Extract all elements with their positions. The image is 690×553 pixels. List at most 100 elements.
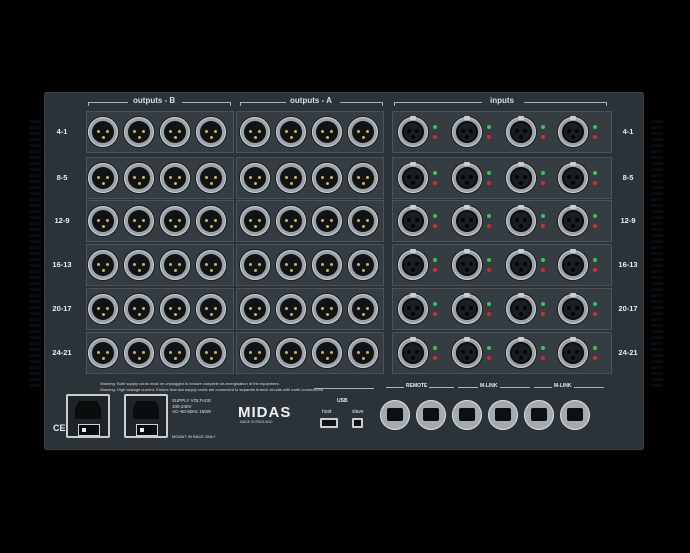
xlr-output-connector[interactable]	[348, 117, 378, 147]
xlr-hole	[402, 121, 424, 143]
xlr-input-connector[interactable]	[558, 116, 588, 147]
xlr-output-connector[interactable]	[240, 117, 270, 147]
xlr-output-connector[interactable]	[348, 206, 378, 236]
xlr-input-connector[interactable]	[558, 337, 588, 368]
xlr-input-connector[interactable]	[558, 293, 588, 324]
xlr-output-connector[interactable]	[276, 250, 306, 280]
xlr-output-connector[interactable]	[348, 294, 378, 324]
xlr-output-connector[interactable]	[348, 163, 378, 193]
xlr-output-connector[interactable]	[240, 294, 270, 324]
xlr-output-connector[interactable]	[196, 206, 226, 236]
usb-slave-port[interactable]	[352, 418, 363, 428]
xlr-output-connector[interactable]	[312, 163, 342, 193]
xlr-output-connector[interactable]	[312, 338, 342, 368]
xlr-pin	[411, 356, 415, 360]
xlr-output-connector[interactable]	[312, 294, 342, 324]
xlr-input-connector[interactable]	[558, 162, 588, 193]
power-switch-1[interactable]	[78, 424, 100, 436]
xlr-output-connector[interactable]	[88, 250, 118, 280]
xlr-input-connector[interactable]	[452, 293, 482, 324]
xlr-output-connector[interactable]	[160, 163, 190, 193]
ethercon-port[interactable]	[560, 400, 590, 430]
xlr-pin	[249, 219, 252, 222]
xlr-input-connector[interactable]	[558, 205, 588, 236]
xlr-output-connector[interactable]	[196, 117, 226, 147]
xlr-input-connector[interactable]	[398, 293, 428, 324]
row-label-right: 16-13	[618, 260, 638, 269]
xlr-output-connector[interactable]	[124, 294, 154, 324]
xlr-output-connector[interactable]	[124, 338, 154, 368]
ce-mark: CE	[53, 423, 66, 433]
xlr-output-connector[interactable]	[312, 206, 342, 236]
xlr-input-connector[interactable]	[398, 249, 428, 280]
xlr-input-connector[interactable]	[452, 249, 482, 280]
pad-led	[593, 181, 597, 185]
xlr-output-connector[interactable]	[124, 206, 154, 236]
power-inlet-1[interactable]	[66, 394, 110, 438]
xlr-output-connector[interactable]	[160, 206, 190, 236]
power-inlet-2[interactable]	[124, 394, 168, 438]
xlr-output-connector[interactable]	[348, 250, 378, 280]
xlr-output-connector[interactable]	[240, 338, 270, 368]
xlr-output-connector[interactable]	[88, 117, 118, 147]
xlr-pin	[567, 218, 571, 222]
xlr-input-connector[interactable]	[506, 205, 536, 236]
pad-led	[541, 135, 545, 139]
xlr-input-connector[interactable]	[398, 337, 428, 368]
xlr-output-connector[interactable]	[88, 294, 118, 324]
xlr-pin	[285, 307, 288, 310]
xlr-output-connector[interactable]	[160, 250, 190, 280]
xlr-input-connector[interactable]	[506, 162, 536, 193]
xlr-input-connector[interactable]	[398, 162, 428, 193]
xlr-output-connector[interactable]	[88, 163, 118, 193]
xlr-pin	[361, 225, 365, 228]
xlr-input-connector[interactable]	[506, 337, 536, 368]
xlr-pin	[294, 263, 297, 266]
xlr-output-connector[interactable]	[88, 338, 118, 368]
xlr-pin	[209, 269, 213, 272]
xlr-hole	[164, 210, 186, 232]
xlr-output-connector[interactable]	[276, 338, 306, 368]
xlr-input-connector[interactable]	[506, 293, 536, 324]
xlr-output-connector[interactable]	[124, 117, 154, 147]
ethercon-port[interactable]	[524, 400, 554, 430]
xlr-input-connector[interactable]	[398, 205, 428, 236]
xlr-output-connector[interactable]	[276, 163, 306, 193]
xlr-output-connector[interactable]	[160, 338, 190, 368]
xlr-output-connector[interactable]	[196, 294, 226, 324]
xlr-pin	[461, 129, 465, 133]
xlr-pin	[294, 219, 297, 222]
xlr-output-connector[interactable]	[348, 338, 378, 368]
xlr-output-connector[interactable]	[240, 163, 270, 193]
xlr-output-connector[interactable]	[196, 250, 226, 280]
xlr-output-connector[interactable]	[196, 338, 226, 368]
xlr-input-connector[interactable]	[506, 116, 536, 147]
usb-host-port[interactable]	[320, 418, 338, 428]
xlr-input-connector[interactable]	[398, 116, 428, 147]
xlr-input-connector[interactable]	[506, 249, 536, 280]
xlr-input-connector[interactable]	[452, 116, 482, 147]
usb-bracket	[314, 388, 374, 397]
xlr-input-connector[interactable]	[452, 337, 482, 368]
power-switch-2[interactable]	[136, 424, 158, 436]
xlr-output-connector[interactable]	[312, 117, 342, 147]
xlr-output-connector[interactable]	[240, 206, 270, 236]
xlr-output-connector[interactable]	[276, 294, 306, 324]
xlr-output-connector[interactable]	[124, 250, 154, 280]
xlr-output-connector[interactable]	[160, 117, 190, 147]
xlr-output-connector[interactable]	[276, 206, 306, 236]
ethercon-port[interactable]	[380, 400, 410, 430]
xlr-input-connector[interactable]	[558, 249, 588, 280]
xlr-output-connector[interactable]	[160, 294, 190, 324]
xlr-output-connector[interactable]	[196, 163, 226, 193]
xlr-output-connector[interactable]	[312, 250, 342, 280]
xlr-output-connector[interactable]	[276, 117, 306, 147]
ethercon-port[interactable]	[416, 400, 446, 430]
xlr-input-connector[interactable]	[452, 162, 482, 193]
ethercon-port[interactable]	[488, 400, 518, 430]
xlr-input-connector[interactable]	[452, 205, 482, 236]
xlr-output-connector[interactable]	[88, 206, 118, 236]
ethercon-port[interactable]	[452, 400, 482, 430]
xlr-output-connector[interactable]	[240, 250, 270, 280]
xlr-output-connector[interactable]	[124, 163, 154, 193]
